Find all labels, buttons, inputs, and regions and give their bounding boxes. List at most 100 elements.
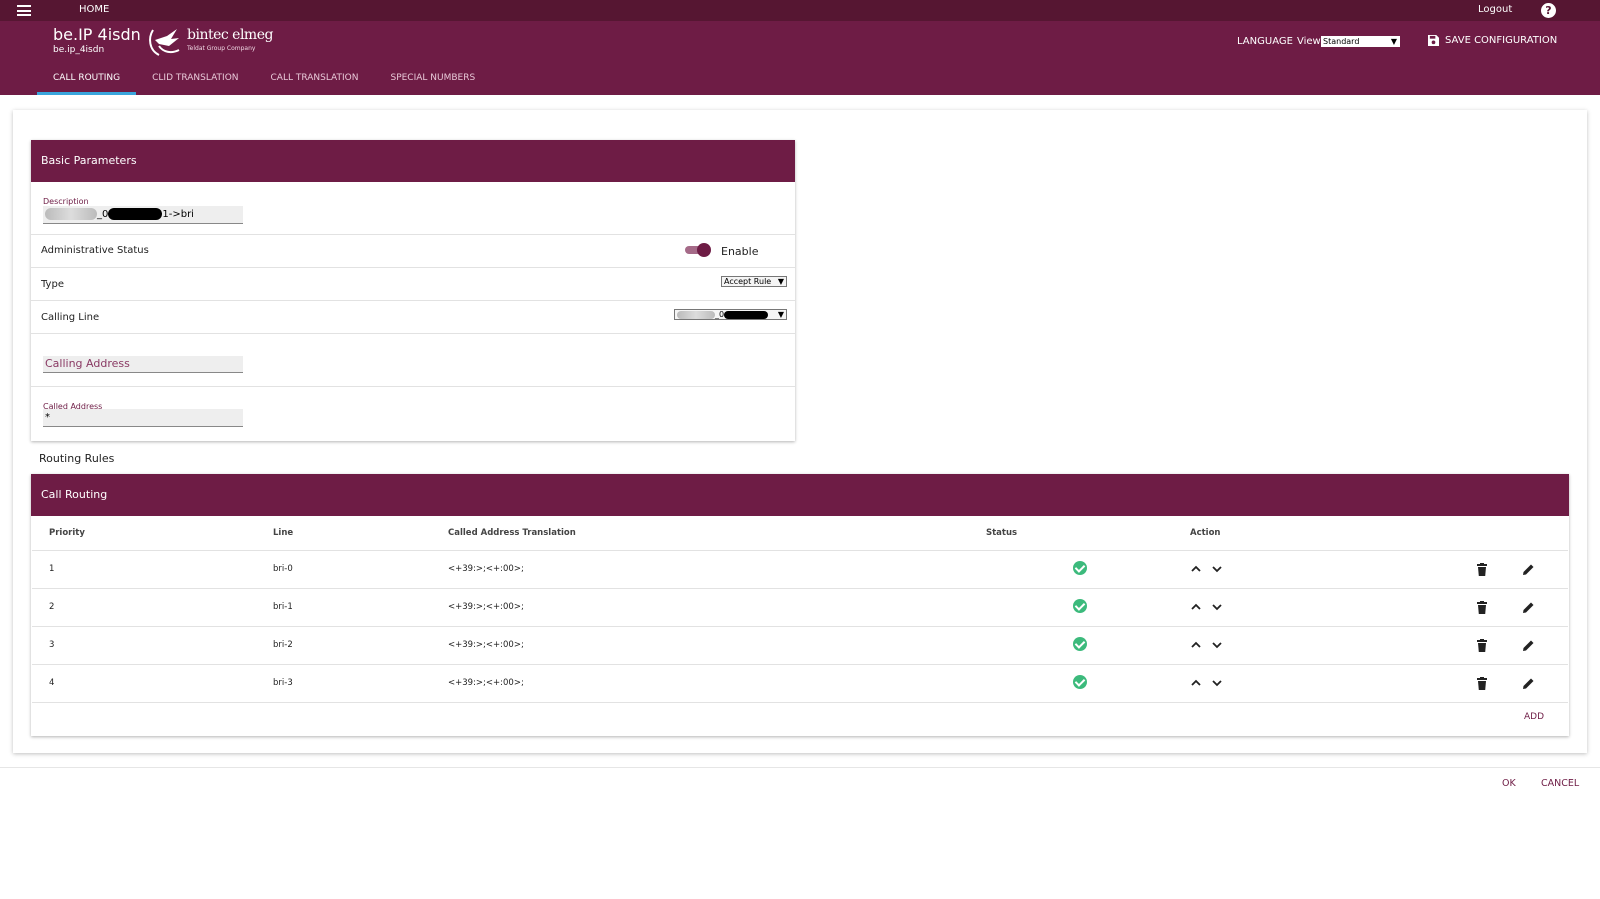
move-down-icon[interactable] (1211, 601, 1223, 613)
basic-parameters-panel: Basic Parameters Description _0 1->bri Ad… (31, 140, 795, 441)
logo-subtext: Teldat Group Company (187, 45, 256, 52)
delete-trash-icon[interactable] (1476, 562, 1488, 576)
move-down-icon[interactable] (1211, 677, 1223, 689)
calling-line-select[interactable]: _0 ▼ (674, 309, 787, 320)
priority-cell: 3 (32, 626, 273, 665)
column-action: Action (1190, 516, 1476, 551)
description-label: Description (43, 197, 89, 206)
administrative-status-label: Administrative Status (41, 245, 149, 256)
column-called-address-translation: Called Address Translation (448, 516, 986, 551)
view-label: View (1297, 36, 1321, 47)
move-up-icon[interactable] (1190, 639, 1202, 651)
calling-address-field[interactable]: Calling Address (43, 356, 243, 373)
tab-bar: CALL ROUTING CLID TRANSLATION CALL TRANS… (37, 64, 491, 95)
description-value-prefix: _0 (97, 209, 109, 220)
column-priority: Priority (32, 516, 273, 551)
cancel-button[interactable]: CANCEL (1541, 778, 1579, 789)
logo-text: bintec elmeg (187, 27, 273, 43)
type-row: Type Accept Rule ▼ (31, 268, 795, 301)
description-field[interactable]: _0 1->bri (43, 206, 243, 224)
edit-pencil-icon[interactable] (1522, 563, 1535, 576)
status-ok-icon (1073, 636, 1087, 651)
logout-link[interactable]: Logout (1478, 4, 1512, 15)
line-cell: bri-0 (273, 550, 448, 589)
translation-cell: <+39:>;<+:00>; (448, 664, 986, 703)
delete-trash-icon[interactable] (1476, 600, 1488, 614)
called-address-row: Called Address * (31, 387, 795, 440)
administrative-status-row: Administrative Status Enable (31, 235, 795, 268)
priority-cell: 2 (32, 588, 273, 627)
tab-special-numbers[interactable]: SPECIAL NUMBERS (374, 64, 491, 95)
line-cell: bri-1 (273, 588, 448, 627)
save-configuration-button[interactable]: SAVE CONFIGURATION (1428, 35, 1557, 46)
calling-address-row: Calling Address (31, 334, 795, 387)
call-routing-title: Call Routing (31, 474, 1569, 516)
type-select[interactable]: Accept Rule ▼ (721, 276, 787, 287)
device-title: be.IP 4isdn (53, 25, 141, 44)
dropdown-arrow-icon: ▼ (777, 310, 784, 319)
translation-cell: <+39:>;<+:00>; (448, 550, 986, 589)
status-ok-icon (1073, 598, 1087, 613)
line-cell: bri-2 (273, 626, 448, 665)
hamburger-menu-icon[interactable] (17, 5, 31, 16)
app-header: be.IP 4isdn be.ip_4isdn bintec elmeg Tel… (0, 21, 1600, 95)
redacted-text (677, 310, 715, 319)
line-cell: bri-3 (273, 664, 448, 703)
priority-cell: 1 (32, 550, 273, 589)
footer-divider (0, 767, 1600, 768)
floppy-disk-icon (1428, 35, 1439, 46)
move-down-icon[interactable] (1211, 639, 1223, 651)
edit-pencil-icon[interactable] (1522, 601, 1535, 614)
tab-call-translation[interactable]: CALL TRANSLATION (255, 64, 375, 95)
status-ok-icon (1073, 560, 1087, 575)
administrative-status-toggle[interactable] (685, 243, 711, 257)
description-row: Description _0 1->bri (31, 182, 795, 235)
routing-rules-title: Routing Rules (39, 452, 115, 465)
delete-trash-icon[interactable] (1476, 676, 1488, 690)
view-select-value: Standard (1323, 37, 1360, 46)
type-select-value: Accept Rule (724, 277, 772, 286)
priority-cell: 4 (32, 664, 273, 703)
tab-clid-translation[interactable]: CLID TRANSLATION (136, 64, 254, 95)
device-subtitle: be.ip_4isdn (53, 45, 105, 55)
table-row: 4 bri-3 <+39:>;<+:00>; (32, 664, 1568, 703)
bintec-elmeg-logo: bintec elmeg Teldat Group Company (147, 26, 273, 58)
calling-line-label: Calling Line (41, 312, 100, 323)
calling-line-row: Calling Line _0 ▼ (31, 301, 795, 334)
translation-cell: <+39:>;<+:00>; (448, 588, 986, 627)
view-select[interactable]: Standard ▼ (1321, 36, 1400, 47)
redacted-text (108, 208, 163, 220)
administrative-status-value: Enable (721, 245, 759, 258)
calling-line-value: _0 (715, 310, 725, 319)
status-ok-icon (1073, 674, 1087, 689)
logo-bird-icon (149, 29, 180, 56)
redacted-text (724, 310, 769, 319)
called-address-field[interactable]: * (43, 409, 243, 427)
edit-pencil-icon[interactable] (1522, 677, 1535, 690)
translation-cell: <+39:>;<+:00>; (448, 626, 986, 665)
description-value-suffix: 1->bri (162, 209, 194, 220)
move-up-icon[interactable] (1190, 677, 1202, 689)
tab-call-routing[interactable]: CALL ROUTING (37, 64, 137, 95)
move-down-icon[interactable] (1211, 563, 1223, 575)
move-up-icon[interactable] (1190, 601, 1202, 613)
table-row: 3 bri-2 <+39:>;<+:00>; (32, 626, 1568, 665)
dropdown-arrow-icon: ▼ (777, 277, 784, 286)
language-button[interactable]: LANGUAGE (1237, 36, 1293, 47)
help-icon[interactable]: ? (1541, 3, 1556, 18)
save-configuration-label: SAVE CONFIGURATION (1445, 35, 1558, 46)
dropdown-arrow-icon: ▼ (1390, 37, 1397, 46)
delete-trash-icon[interactable] (1476, 638, 1488, 652)
table-row: 2 bri-1 <+39:>;<+:00>; (32, 588, 1568, 627)
ok-button[interactable]: OK (1502, 778, 1516, 789)
column-line: Line (273, 516, 448, 551)
add-rule-button[interactable]: ADD (1524, 712, 1544, 722)
table-row: 1 bri-0 <+39:>;<+:00>; (32, 550, 1568, 589)
call-routing-table: Priority Line Called Address Translation… (32, 516, 1568, 703)
edit-pencil-icon[interactable] (1522, 639, 1535, 652)
move-up-icon[interactable] (1190, 563, 1202, 575)
column-status: Status (986, 516, 1190, 551)
redacted-text (45, 208, 97, 220)
home-link[interactable]: HOME (79, 4, 109, 15)
table-header-row: Priority Line Called Address Translation… (32, 516, 1568, 551)
